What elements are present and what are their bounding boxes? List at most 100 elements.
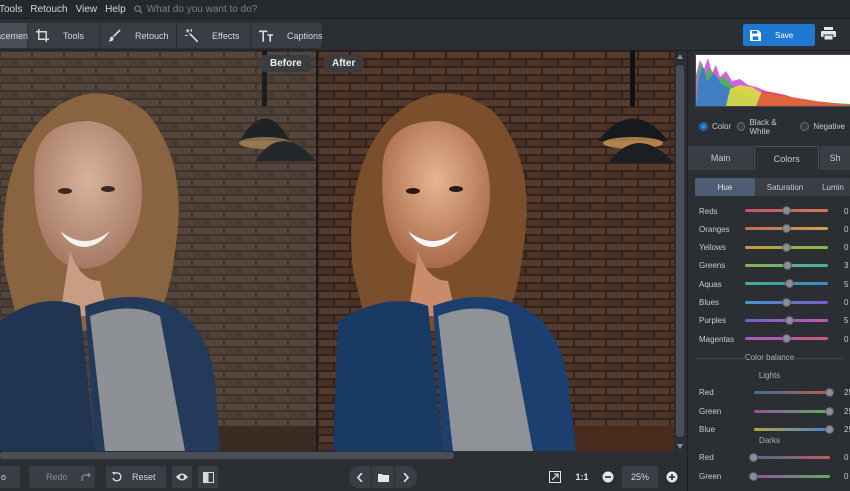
lights-slider-track[interactable] [754,428,830,431]
redo-button[interactable]: Redo [29,466,95,488]
undo-button[interactable]: o [0,466,20,488]
save-button[interactable]: Save [743,24,815,46]
actual-size-button[interactable]: 1:1 [571,466,593,488]
hue-slider-handle[interactable] [784,279,794,289]
hue-slider-label: Reds [699,206,718,216]
adjustments-panel: Color Black & White Negative Main Colors… [687,51,850,491]
mode-color[interactable]: Color [699,122,731,131]
tab-enhancement-label: acement [0,30,31,41]
lights-slider-track[interactable] [754,391,830,394]
lights-slider-label: Green [699,406,722,416]
menu-tools[interactable]: Tools [0,4,26,15]
horizontal-scrollbar[interactable] [0,451,686,461]
hue-slider-handle[interactable] [781,242,791,252]
hue-slider-yellows[interactable]: Yellows 0 [688,239,850,257]
previous-image-button[interactable] [349,466,371,488]
hue-slider-magentas[interactable]: Magentas 0 [688,330,850,348]
hue-slider-reds[interactable]: Reds 0 [688,202,850,220]
subtab-luminance[interactable]: Lumin [815,178,850,196]
horizontal-scroll-thumb[interactable] [0,452,454,459]
radio-black-white[interactable] [737,122,746,131]
vertical-scrollbar[interactable] [674,51,686,451]
lights-slider-handle[interactable] [825,388,834,397]
hue-slider-label: Purples [699,316,727,326]
hue-slider-aquas[interactable]: Aquas 5 [688,275,850,293]
zoom-in-button[interactable] [663,466,681,488]
tab-tools[interactable]: Tools [28,23,100,48]
hue-slider-handle[interactable] [781,224,791,234]
darks-slider-track[interactable] [754,474,830,478]
subtab-hue[interactable]: Hue [695,178,755,196]
hue-slider-value: 0 [844,224,849,234]
vertical-scroll-thumb[interactable] [676,65,684,437]
after-photo [318,51,674,451]
image-canvas[interactable]: Before After [0,51,674,451]
tab-colors[interactable]: Colors [754,146,820,170]
tab-main[interactable]: Main [688,146,754,170]
menu-view[interactable]: View [72,4,102,15]
mode-color-label: Color [712,122,732,131]
hue-slider-label: Aquas [699,279,722,289]
command-search[interactable]: What do you want to do? [134,4,257,15]
scroll-down-icon[interactable] [677,444,683,449]
hue-slider-purples[interactable]: Purples 5 [688,312,850,330]
hue-slider-handle[interactable] [783,260,793,270]
mode-negative[interactable]: Negative [800,122,845,131]
darks-slider-handle[interactable] [749,471,758,481]
hue-slider-greens[interactable]: Greens 3 [688,257,850,275]
reset-icon [112,472,122,482]
menu-help[interactable]: Help [101,4,130,15]
redo-label: Redo [46,472,68,482]
save-label: Save [775,30,794,40]
print-button[interactable] [821,27,836,40]
lights-slider-handle[interactable] [825,406,834,416]
color-mode-group: Color Black & White Negative [688,118,850,136]
preview-toggle[interactable] [172,466,192,488]
tab-enhancement[interactable]: acement [0,23,31,48]
radio-negative[interactable] [800,122,810,131]
hue-slider-handle[interactable] [781,334,791,344]
hue-slider-oranges[interactable]: Oranges 0 [688,220,850,238]
hue-slider-handle[interactable] [781,206,791,215]
lights-slider-handle[interactable] [825,425,834,434]
darks-slider-red[interactable]: Red 0 [688,449,850,467]
lights-slider-value: 25 [844,425,850,434]
menu-retouch[interactable]: Retouch [26,4,71,15]
mode-black-white[interactable]: Black & White [737,118,794,136]
lights-slider-green[interactable]: Green 25 [688,403,850,421]
lights-slider-track[interactable] [754,409,830,413]
tab-effects-label: Effects [212,30,240,41]
hue-slider-label: Greens [699,261,726,271]
chevron-right-icon [403,472,409,482]
hue-slider-handle[interactable] [781,297,791,307]
hue-slider-blues[interactable]: Blues 0 [688,294,850,312]
subtab-saturation[interactable]: Saturation [755,178,815,196]
zoom-out-icon [602,471,614,483]
next-image-button[interactable] [395,466,417,488]
reset-button[interactable]: Reset [106,466,166,488]
lights-heading: Lights [758,371,781,380]
lights-slider-label: Blue [699,425,716,434]
fit-to-screen-button[interactable] [545,466,565,488]
hue-slider-value: 0 [844,206,849,216]
open-folder-button[interactable] [372,466,394,488]
before-after-icon [202,471,214,483]
zoom-level[interactable]: 25% [622,466,658,488]
lights-slider-red[interactable]: Red 25 [688,384,850,402]
hue-slider-handle[interactable] [784,315,794,325]
darks-slider-label: Green [699,471,722,481]
before-photo [0,51,316,451]
darks-slider-handle[interactable] [749,453,758,462]
darks-slider-track[interactable] [754,456,830,459]
tab-effects[interactable]: Effects [177,23,251,48]
tab-captions[interactable]: Captions [251,23,323,48]
menu-bar: Tools Retouch View Help What do you want… [0,0,850,19]
compare-toggle[interactable] [198,466,218,488]
radio-color[interactable] [699,122,708,131]
tab-tools-label: Tools [63,30,85,41]
darks-slider-green[interactable]: Green 0 [688,468,850,486]
zoom-out-button[interactable] [599,466,617,488]
tab-sharpness[interactable]: Sh [820,146,850,170]
tab-retouch[interactable]: Retouch [100,23,177,48]
scroll-up-icon[interactable] [677,54,683,59]
